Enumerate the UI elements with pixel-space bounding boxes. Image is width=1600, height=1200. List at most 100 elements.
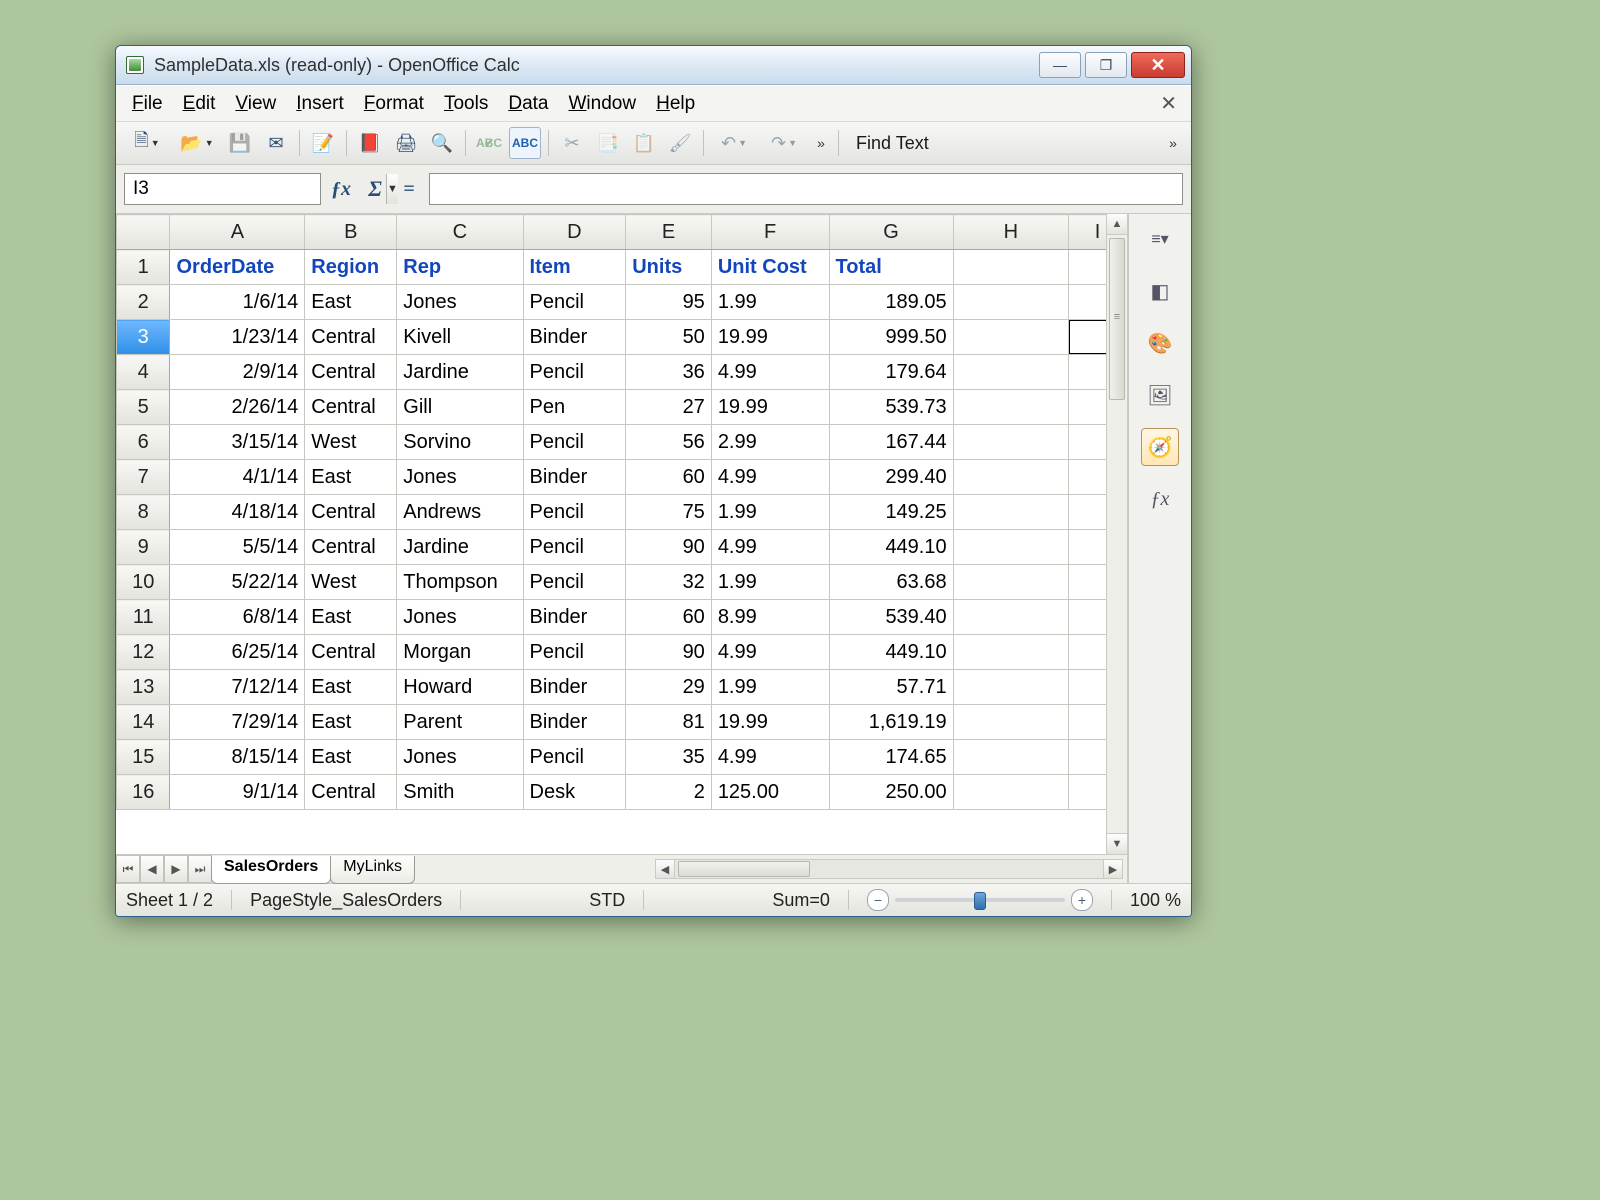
sidebar-settings-icon[interactable]: ≡▾: [1141, 220, 1179, 258]
column-header-F[interactable]: F: [711, 215, 829, 250]
scroll-up-icon[interactable]: ▲: [1107, 214, 1127, 235]
cell[interactable]: 4.99: [711, 355, 829, 390]
cell[interactable]: 449.10: [829, 530, 953, 565]
cell[interactable]: Rep: [397, 250, 523, 285]
cell[interactable]: 90: [626, 530, 712, 565]
cell[interactable]: East: [305, 670, 397, 705]
cell[interactable]: 2.99: [711, 425, 829, 460]
cell[interactable]: 125.00: [711, 775, 829, 810]
column-header-B[interactable]: B: [305, 215, 397, 250]
cell[interactable]: 1.99: [711, 565, 829, 600]
cell[interactable]: 32: [626, 565, 712, 600]
cell[interactable]: 449.10: [829, 635, 953, 670]
cell[interactable]: 2/26/14: [170, 390, 305, 425]
cell[interactable]: Howard: [397, 670, 523, 705]
cell[interactable]: 4.99: [711, 460, 829, 495]
cell[interactable]: [953, 285, 1069, 320]
cell[interactable]: 90: [626, 635, 712, 670]
cell[interactable]: Desk: [523, 775, 626, 810]
cell[interactable]: 1/6/14: [170, 285, 305, 320]
menu-tools[interactable]: Tools: [434, 90, 498, 118]
cell[interactable]: 7/29/14: [170, 705, 305, 740]
column-header-C[interactable]: C: [397, 215, 523, 250]
function-wizard-button[interactable]: ƒx: [327, 175, 355, 203]
sheet-tab-mylinks[interactable]: MyLinks: [330, 856, 415, 884]
minimize-button[interactable]: —: [1039, 52, 1081, 78]
cell[interactable]: [953, 670, 1069, 705]
zoom-in-icon[interactable]: +: [1071, 889, 1093, 911]
cell[interactable]: 189.05: [829, 285, 953, 320]
open-document-button[interactable]: 📂▼: [174, 127, 220, 159]
cell[interactable]: Item: [523, 250, 626, 285]
document-close-icon[interactable]: ✕: [1152, 91, 1185, 116]
cell[interactable]: Jardine: [397, 530, 523, 565]
name-box[interactable]: ▼: [124, 173, 321, 205]
row-header[interactable]: 7: [117, 460, 170, 495]
cell[interactable]: Pen: [523, 390, 626, 425]
horizontal-scrollbar[interactable]: ◀ ▶: [415, 855, 1127, 883]
menu-format[interactable]: Format: [354, 90, 434, 118]
vertical-scrollbar[interactable]: ▲ ▼: [1106, 214, 1127, 854]
row-header[interactable]: 9: [117, 530, 170, 565]
status-mode[interactable]: STD: [589, 890, 625, 911]
cell[interactable]: 57.71: [829, 670, 953, 705]
cell[interactable]: 60: [626, 600, 712, 635]
cell[interactable]: 999.50: [829, 320, 953, 355]
cell[interactable]: 2/9/14: [170, 355, 305, 390]
cell[interactable]: [953, 460, 1069, 495]
cell[interactable]: Total: [829, 250, 953, 285]
row-header[interactable]: 2: [117, 285, 170, 320]
email-button[interactable]: ✉: [260, 127, 292, 159]
cell[interactable]: 75: [626, 495, 712, 530]
cell[interactable]: Jones: [397, 740, 523, 775]
cell[interactable]: [953, 495, 1069, 530]
cell[interactable]: 36: [626, 355, 712, 390]
cell[interactable]: [953, 635, 1069, 670]
cell[interactable]: Binder: [523, 600, 626, 635]
row-header[interactable]: 11: [117, 600, 170, 635]
row-header[interactable]: 5: [117, 390, 170, 425]
cell[interactable]: 3/15/14: [170, 425, 305, 460]
cell[interactable]: [953, 320, 1069, 355]
status-zoom-percent[interactable]: 100 %: [1130, 890, 1181, 911]
styles-panel-icon[interactable]: 🎨: [1141, 324, 1179, 362]
cell[interactable]: East: [305, 285, 397, 320]
cell[interactable]: Binder: [523, 460, 626, 495]
cell[interactable]: East: [305, 460, 397, 495]
function-equals-button[interactable]: =: [395, 175, 423, 203]
sheet-tab-salesorders[interactable]: SalesOrders: [211, 856, 331, 884]
cell[interactable]: 27: [626, 390, 712, 425]
cell[interactable]: 35: [626, 740, 712, 775]
column-header-G[interactable]: G: [829, 215, 953, 250]
cell[interactable]: [953, 600, 1069, 635]
column-header-A[interactable]: A: [170, 215, 305, 250]
redo-button[interactable]: ↷▼: [761, 127, 807, 159]
cell[interactable]: 4/18/14: [170, 495, 305, 530]
cell[interactable]: Andrews: [397, 495, 523, 530]
cell[interactable]: 56: [626, 425, 712, 460]
scroll-thumb[interactable]: [1109, 238, 1125, 400]
cell[interactable]: 50: [626, 320, 712, 355]
cell[interactable]: 167.44: [829, 425, 953, 460]
cell[interactable]: West: [305, 425, 397, 460]
cell[interactable]: [953, 705, 1069, 740]
cell[interactable]: Binder: [523, 320, 626, 355]
paste-button[interactable]: 📋: [628, 127, 660, 159]
cell[interactable]: Gill: [397, 390, 523, 425]
tab-last-icon[interactable]: ⏭: [188, 855, 212, 883]
cell[interactable]: Pencil: [523, 285, 626, 320]
tab-prev-icon[interactable]: ◀: [140, 855, 164, 883]
cell[interactable]: [953, 390, 1069, 425]
status-sum[interactable]: Sum=0: [772, 890, 830, 911]
cell[interactable]: Units: [626, 250, 712, 285]
cell[interactable]: 19.99: [711, 320, 829, 355]
cell[interactable]: 6/25/14: [170, 635, 305, 670]
row-header[interactable]: 8: [117, 495, 170, 530]
cell[interactable]: 179.64: [829, 355, 953, 390]
spreadsheet-grid[interactable]: ABCDEFGHI 1OrderDateRegionRepItemUnitsUn…: [116, 214, 1127, 810]
cell[interactable]: Pencil: [523, 355, 626, 390]
cell[interactable]: Jones: [397, 460, 523, 495]
cell[interactable]: Region: [305, 250, 397, 285]
grid-scroll[interactable]: ABCDEFGHI 1OrderDateRegionRepItemUnitsUn…: [116, 214, 1127, 854]
cell[interactable]: Kivell: [397, 320, 523, 355]
